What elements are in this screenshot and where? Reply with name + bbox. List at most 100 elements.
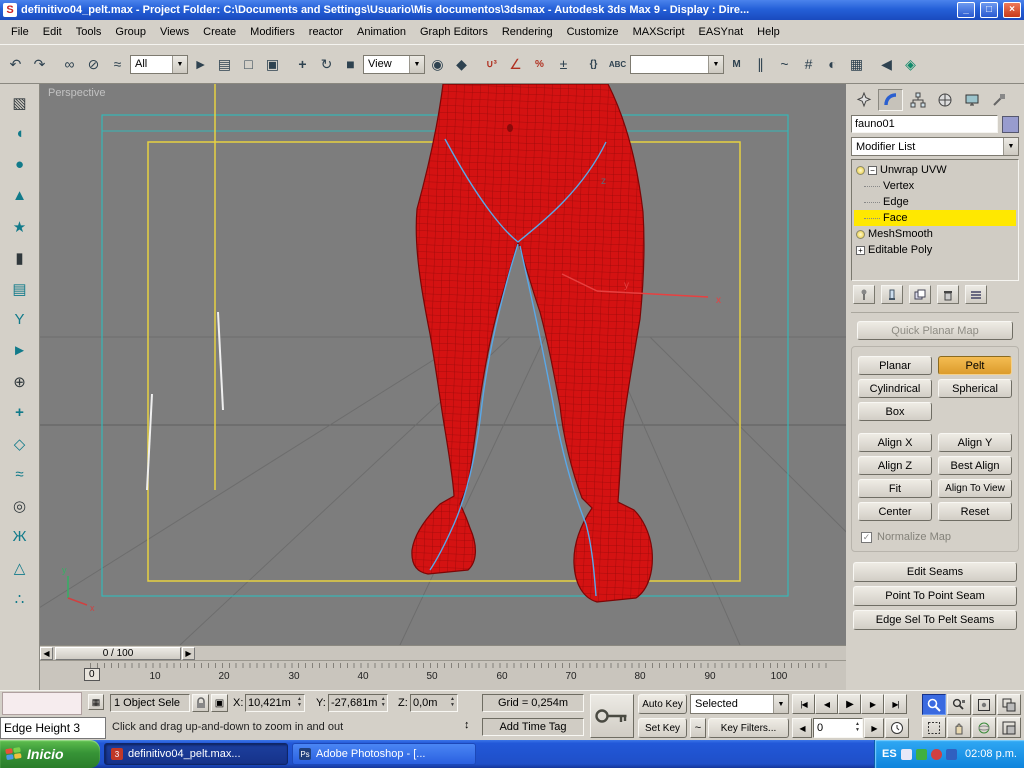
object-color-swatch[interactable]: [1002, 115, 1019, 133]
spinner-icon[interactable]: ▲ ▼: [853, 721, 862, 735]
sphere-icon[interactable]: ●: [7, 152, 33, 177]
minimize-button[interactable]: _: [957, 2, 975, 18]
pin-stack-icon[interactable]: [853, 285, 875, 304]
percent-snap-icon[interactable]: %: [528, 52, 551, 77]
cylindrical-button[interactable]: Cylindrical: [858, 379, 932, 398]
auto-key-button[interactable]: Auto Key: [638, 694, 687, 714]
maximize-button[interactable]: □: [980, 2, 998, 18]
pelt-button[interactable]: Pelt: [938, 356, 1012, 375]
edit-seams-button[interactable]: Edit Seams: [853, 562, 1017, 582]
set-key-button[interactable]: Set Key: [638, 718, 687, 738]
make-unique-icon[interactable]: [909, 285, 931, 304]
rotate-icon[interactable]: ↻: [315, 52, 338, 77]
start-button[interactable]: Inicio: [0, 740, 100, 768]
menu-views[interactable]: Views: [153, 23, 196, 41]
create-tab[interactable]: [851, 89, 876, 111]
abc-icon[interactable]: ABC: [606, 52, 629, 77]
center-button[interactable]: Center: [858, 502, 932, 521]
star-icon[interactable]: ★: [7, 214, 33, 239]
close-button[interactable]: ×: [1003, 2, 1021, 18]
tray-icon[interactable]: [915, 748, 927, 760]
tray-icon[interactable]: [900, 748, 912, 760]
absolute-offset-toggle-icon[interactable]: ▣: [211, 694, 228, 712]
arc-rotate-button[interactable]: [972, 717, 996, 738]
spinner-snap-icon[interactable]: ±: [552, 52, 575, 77]
align-icon[interactable]: ∥: [749, 52, 772, 77]
lightbulb-icon[interactable]: [856, 229, 865, 239]
ring-gear-icon[interactable]: ⊕: [7, 369, 33, 394]
key-filters-button[interactable]: Key Filters...: [708, 718, 789, 738]
viewport-canvas[interactable]: x y z x y: [40, 84, 846, 645]
edit-named-sets-icon[interactable]: {}: [582, 52, 605, 77]
bind-spacewarp-icon[interactable]: ≈: [106, 52, 129, 77]
object-name-field[interactable]: fauno01: [851, 115, 998, 133]
redo-icon[interactable]: ↷: [28, 52, 51, 77]
track-right-arrow[interactable]: ▶: [182, 647, 195, 660]
align-x-button[interactable]: Align X: [858, 433, 932, 452]
stack-item-editable-poly[interactable]: + Editable Poly: [854, 242, 1016, 258]
selection-region-icon[interactable]: □: [237, 52, 260, 77]
zoom-region-button[interactable]: [922, 717, 946, 738]
zoom-button[interactable]: [922, 694, 946, 715]
schematic-view-icon[interactable]: #: [797, 52, 820, 77]
pointer-icon[interactable]: ►: [7, 338, 33, 363]
snaps-toggle-icon[interactable]: ∪³: [480, 52, 503, 77]
undo-icon[interactable]: ↶: [4, 52, 27, 77]
frame-marker[interactable]: 0: [84, 668, 100, 681]
teapot-icon[interactable]: ◖: [7, 121, 33, 146]
best-align-button[interactable]: Best Align: [938, 456, 1012, 475]
menu-customize[interactable]: Customize: [560, 23, 626, 41]
perspective-viewport[interactable]: Perspective x y z x y: [40, 84, 846, 645]
remove-modifier-icon[interactable]: [937, 285, 959, 304]
maximize-viewport-toggle-button[interactable]: [997, 717, 1021, 738]
quick-planar-map-button[interactable]: Quick Planar Map: [857, 321, 1013, 340]
track-bar[interactable]: ◀ 0 / 100 ▶: [40, 645, 846, 660]
select-link-icon[interactable]: ∞: [58, 52, 81, 77]
stack-item-meshsmooth[interactable]: MeshSmooth: [854, 226, 1016, 242]
mirror-icon[interactable]: M: [725, 52, 748, 77]
collapse-icon[interactable]: −: [868, 165, 877, 175]
shell-icon[interactable]: ◎: [7, 493, 33, 518]
previous-frame-button[interactable]: ◀: [815, 694, 838, 714]
taskbar-item-3dsmax[interactable]: 3 definitivo04_pelt.max...: [104, 743, 288, 765]
move-icon[interactable]: +: [291, 52, 314, 77]
cone-icon[interactable]: ▲: [7, 183, 33, 208]
window-crossing-icon[interactable]: ▣: [261, 52, 284, 77]
spinner-icon[interactable]: ▲ ▼: [448, 696, 457, 710]
taskbar-item-photoshop[interactable]: Ps Adobe Photoshop - [...: [292, 743, 476, 765]
plane-icon[interactable]: ▮: [7, 245, 33, 270]
manipulate-icon[interactable]: ◆: [450, 52, 473, 77]
zoom-extents-button[interactable]: [972, 694, 996, 715]
chevron-down-icon[interactable]: ▼: [708, 55, 723, 73]
time-configuration-icon[interactable]: [885, 718, 909, 738]
menu-file[interactable]: File: [4, 23, 36, 41]
geometry-cube-icon[interactable]: ▧: [7, 90, 33, 115]
angle-snap-icon[interactable]: ∠: [504, 52, 527, 77]
y-coordinate-field[interactable]: -27,681m ▲ ▼: [328, 694, 388, 712]
reset-button[interactable]: Reset: [938, 502, 1012, 521]
menu-rendering[interactable]: Rendering: [495, 23, 560, 41]
time-slider[interactable]: 0 / 100: [55, 647, 181, 660]
align-z-button[interactable]: Align Z: [858, 456, 932, 475]
menu-animation[interactable]: Animation: [350, 23, 413, 41]
zoom-all-button[interactable]: [947, 694, 971, 715]
align-y-button[interactable]: Align Y: [938, 433, 1012, 452]
fit-button[interactable]: Fit: [858, 479, 932, 498]
key-mode-combo[interactable]: Selected ▼: [690, 694, 789, 714]
cross-tool-icon[interactable]: +: [7, 400, 33, 425]
show-end-result-icon[interactable]: [881, 285, 903, 304]
align-to-view-button[interactable]: Align To View: [938, 479, 1012, 498]
cylinder-stack-icon[interactable]: ▤: [7, 276, 33, 301]
track-left-arrow[interactable]: ◀: [40, 647, 53, 660]
z-coordinate-field[interactable]: 0,0m ▲ ▼: [410, 694, 458, 712]
menu-edit[interactable]: Edit: [36, 23, 69, 41]
modifier-list-combo[interactable]: Modifier List ▼: [851, 137, 1019, 156]
spinner-icon[interactable]: ▲ ▼: [379, 696, 387, 710]
bones-icon[interactable]: Y: [7, 307, 33, 332]
menu-create[interactable]: Create: [196, 23, 243, 41]
stack-item-edge[interactable]: Edge: [854, 194, 1016, 210]
next-key-button[interactable]: ▶: [864, 718, 884, 738]
pan-button[interactable]: [947, 717, 971, 738]
box-button[interactable]: Box: [858, 402, 932, 421]
selection-lock-icon[interactable]: [192, 694, 209, 712]
